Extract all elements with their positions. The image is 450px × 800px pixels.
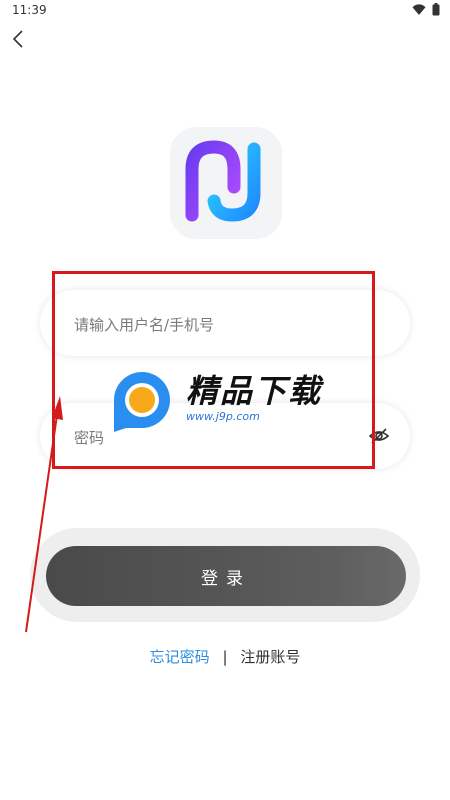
status-time: 11:39	[12, 3, 47, 17]
watermark: 精品下载 www.j9p.com	[100, 360, 360, 440]
status-icons	[412, 3, 440, 16]
watermark-title: 精品下载	[186, 372, 323, 410]
register-link[interactable]: 注册账号	[240, 648, 300, 666]
status-bar: 11:39	[0, 0, 450, 22]
chevron-left-icon	[12, 30, 23, 48]
login-button[interactable]: 登录	[46, 546, 406, 606]
link-separator: |	[222, 648, 228, 666]
footer-links: 忘记密码 | 注册账号	[0, 646, 450, 667]
app-logo-icon	[185, 140, 261, 222]
back-button[interactable]	[6, 26, 32, 52]
battery-icon	[432, 3, 440, 16]
watermark-url: www.j9p.com	[186, 410, 260, 423]
app-logo	[170, 127, 282, 239]
wifi-icon	[412, 3, 426, 15]
forgot-password-link[interactable]: 忘记密码	[150, 648, 210, 666]
watermark-logo-icon	[114, 372, 170, 432]
